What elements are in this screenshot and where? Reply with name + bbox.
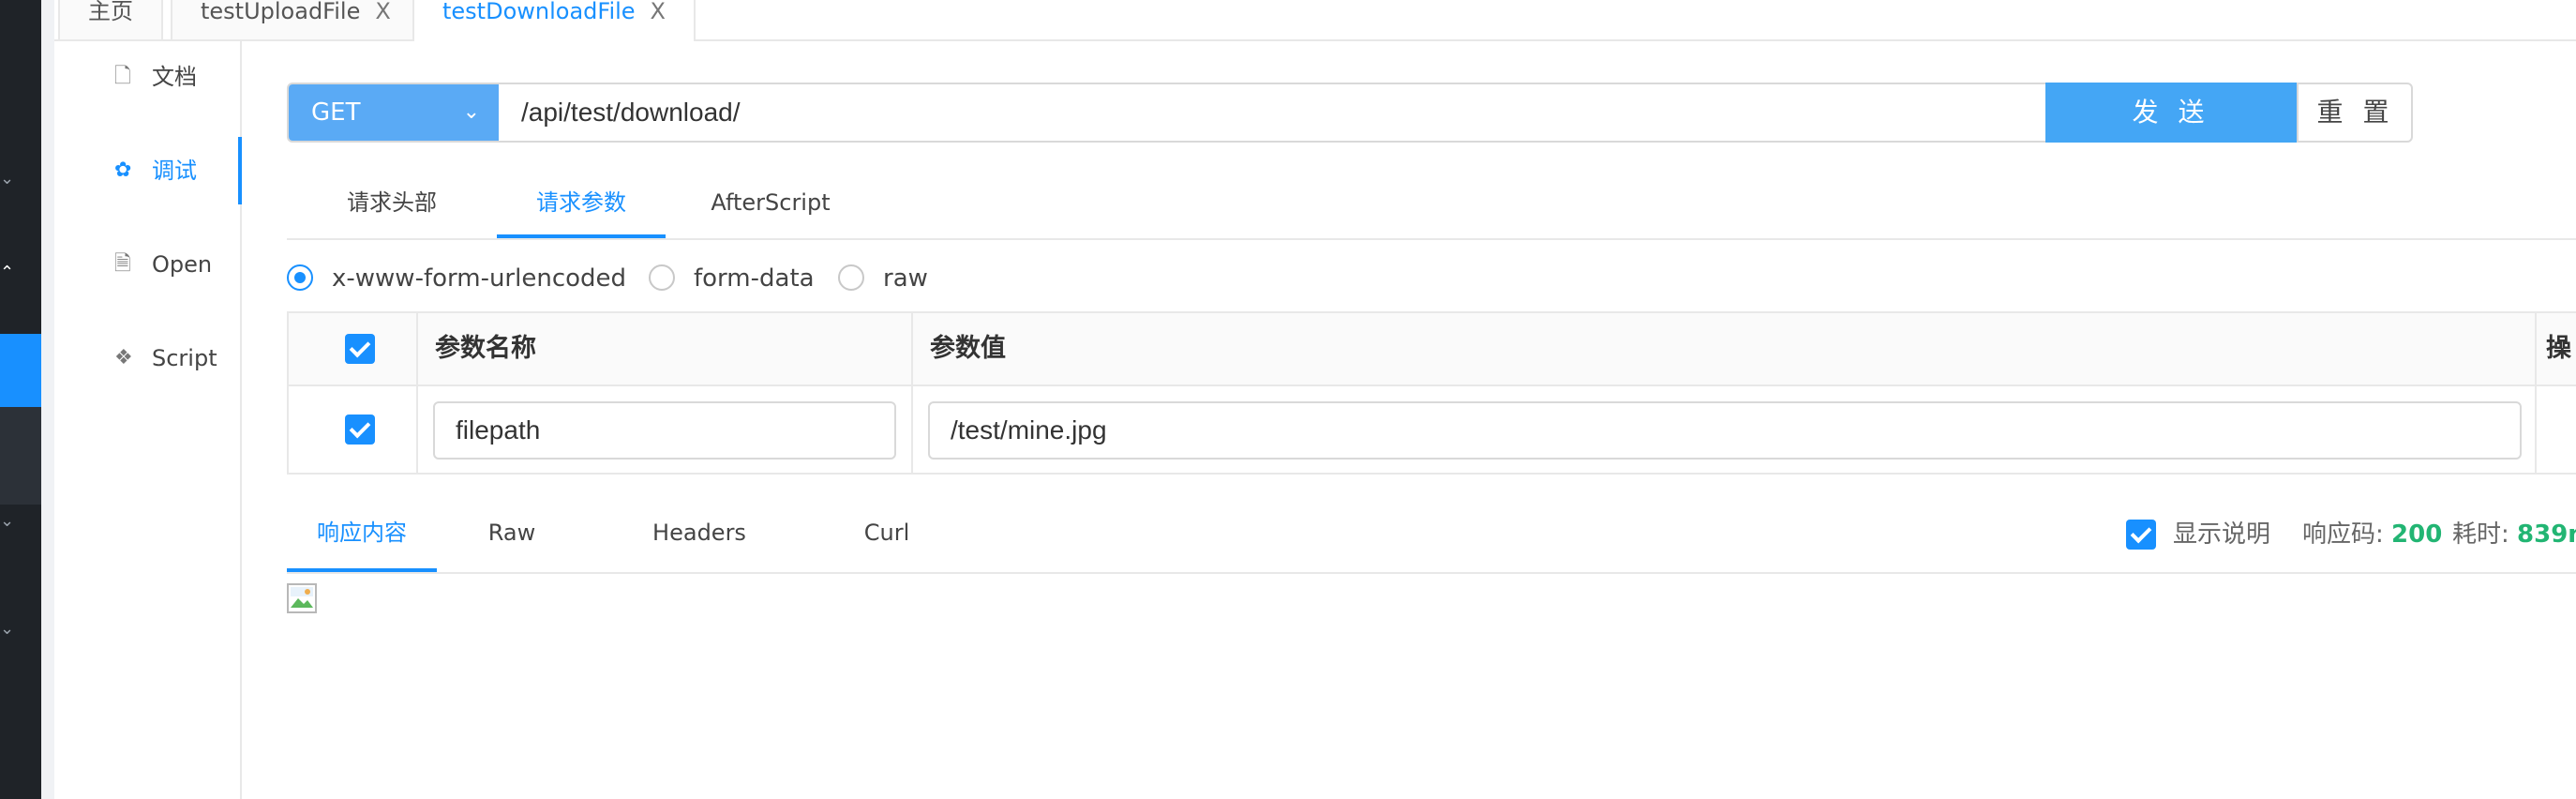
chevron-down-icon[interactable]: ⌄ [0, 169, 14, 188]
send-button[interactable]: 发 送 [2045, 83, 2297, 143]
response-status: 响应码: 200 [2302, 519, 2442, 550]
tab-afterscript[interactable]: AfterScript [666, 174, 876, 238]
tab-testdownloadfile[interactable]: testDownloadFile X [412, 0, 696, 41]
chevron-up-icon[interactable]: ⌃ [0, 263, 14, 282]
table-header-row: 参数名称 参数值 操 [289, 313, 2576, 386]
method-value: GET [311, 98, 361, 127]
tab-testuploadfile[interactable]: testUploadFile X [171, 0, 421, 39]
close-icon[interactable]: X [375, 0, 390, 24]
response-time-label: 耗时: [2452, 520, 2509, 549]
nav-active-item[interactable] [0, 334, 41, 407]
status-code-value: 200 [2391, 520, 2443, 549]
radio-circle [287, 264, 313, 291]
chevron-down-icon: ⌄ [462, 100, 480, 124]
param-name-input[interactable]: filepath [433, 401, 896, 460]
radio-label: x-www-form-urlencoded [332, 264, 627, 293]
show-description-checkbox[interactable] [2126, 520, 2156, 550]
select-all-checkbox[interactable] [345, 334, 375, 364]
method-select[interactable]: GET ⌄ [289, 84, 499, 141]
tab-home[interactable]: 主页 [58, 0, 163, 39]
tab-response-headers[interactable]: Headers [587, 503, 812, 572]
response-time: 耗时: 839m [2452, 519, 2576, 550]
column-header-value: 参数值 [930, 334, 1006, 363]
radio-circle [838, 264, 864, 291]
tab-response-raw[interactable]: Raw [437, 503, 587, 572]
file-icon: 🗎 [114, 252, 131, 276]
params-table: 参数名称 参数值 操 filepath /test/mine.jpg [287, 311, 2576, 475]
request-tabs: 请求头部 请求参数 AfterScript [287, 174, 2576, 240]
close-icon[interactable]: X [651, 0, 666, 24]
radio-label: raw [883, 264, 928, 293]
column-header-action: 操 [2546, 334, 2571, 363]
nav-submenu[interactable] [0, 407, 41, 505]
sidebar-item-label: 调试 [152, 158, 197, 184]
sidebar-item-label: 文档 [152, 64, 197, 90]
row-checkbox[interactable] [345, 415, 375, 445]
url-input[interactable] [499, 84, 2047, 141]
tab-response-content[interactable]: 响应内容 [287, 503, 437, 572]
tab-request-params[interactable]: 请求参数 [497, 174, 666, 238]
column-header-name: 参数名称 [435, 334, 536, 363]
param-value-input[interactable]: /test/mine.jpg [928, 401, 2522, 460]
tab-label: testDownloadFile [442, 0, 636, 24]
bug-icon: ✿ [114, 158, 132, 182]
sidebar-item-open[interactable]: 🗎 Open [54, 236, 240, 293]
sidebar-item-debug[interactable]: ✿ 调试 [54, 137, 242, 204]
chevron-down-icon[interactable]: ⌄ [0, 511, 14, 531]
status-code-label: 响应码: [2302, 520, 2384, 549]
radio-circle [649, 264, 675, 291]
tab-response-curl[interactable]: Curl [812, 503, 962, 572]
response-time-value: 839m [2517, 520, 2576, 549]
app-nav-rail: ⌄ ⌃ ⌄ ⌄ [0, 0, 41, 799]
page-tab-bar: 主页 testUploadFile X testDownloadFile X [54, 0, 2576, 41]
sidebar-item-label: Script [152, 345, 217, 371]
request-url-bar: GET ⌄ 发 送 重 置 [287, 83, 2413, 143]
chevron-down-icon[interactable]: ⌄ [0, 619, 14, 639]
reset-button[interactable]: 重 置 [2297, 84, 2413, 141]
sidebar-item-label: Open [152, 251, 213, 278]
doc-sidebar: 🗋 文档 ✿ 调试 🗎 Open ❖ Script [54, 41, 242, 799]
column-divider [2535, 313, 2537, 475]
sidebar-item-docs[interactable]: 🗋 文档 [54, 49, 240, 105]
tab-request-headers[interactable]: 请求头部 [287, 174, 497, 238]
column-divider [911, 313, 913, 475]
codepen-icon: ❖ [114, 346, 133, 369]
broken-image-icon [287, 583, 317, 613]
document-icon: 🗋 [114, 65, 131, 88]
column-divider [416, 313, 418, 475]
tab-label: testUploadFile [201, 0, 361, 24]
radio-label: form-data [694, 264, 815, 293]
sidebar-item-script[interactable]: ❖ Script [54, 330, 240, 386]
show-description-label: 显示说明 [2173, 520, 2271, 549]
layout-gutter [41, 0, 54, 799]
tab-label: 主页 [88, 0, 133, 24]
